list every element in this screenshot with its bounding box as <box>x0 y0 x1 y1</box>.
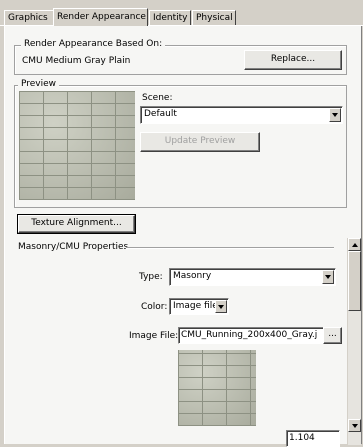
color-select-value: Image file <box>173 301 218 311</box>
scene-dropdown-button[interactable] <box>329 108 341 122</box>
render-appearance-legend: Render Appearance Based On: <box>21 39 166 49</box>
image-file-value: CMU_Running_200x400_Gray.j <box>181 330 318 340</box>
bottom-value-field[interactable]: 1.104 <box>286 430 340 447</box>
chevron-down-icon <box>325 275 331 279</box>
scroll-thumb[interactable] <box>348 251 361 311</box>
browse-button-label: ... <box>328 329 337 339</box>
image-file-label: Image File: <box>129 331 179 341</box>
chevron-down-icon <box>218 304 224 309</box>
tab-strip: Graphics Render Appearance Identity Phys… <box>0 8 363 26</box>
scene-select-value: Default <box>144 109 177 119</box>
color-dropdown-button[interactable] <box>215 300 227 313</box>
replace-button-label: Replace... <box>270 54 316 64</box>
texture-alignment-button[interactable]: Texture Alignment... <box>17 214 136 234</box>
texture-alignment-label: Texture Alignment... <box>31 218 122 228</box>
tab-render-appearance-label: Render Appearance <box>57 12 146 22</box>
color-select[interactable]: Image file <box>169 298 229 315</box>
type-label: Type: <box>139 272 163 282</box>
image-file-thumbnail <box>178 350 256 426</box>
tab-identity[interactable]: Identity <box>149 10 191 25</box>
type-dropdown-button[interactable] <box>322 270 334 284</box>
tab-graphics[interactable]: Graphics <box>4 10 54 25</box>
chevron-down-icon <box>332 113 338 117</box>
update-preview-button[interactable]: Update Preview <box>140 132 260 152</box>
properties-scrollbar[interactable] <box>347 238 361 445</box>
image-file-field[interactable]: CMU_Running_200x400_Gray.j <box>178 327 342 344</box>
arrow-down-icon <box>351 423 358 428</box>
replace-button[interactable]: Replace... <box>244 50 342 70</box>
preview-legend: Preview <box>18 79 60 89</box>
preview-image <box>19 91 135 200</box>
scroll-up-button[interactable] <box>348 238 361 251</box>
bottom-value: 1.104 <box>289 433 315 443</box>
color-label: Color: <box>141 302 168 312</box>
masonry-section-title: Masonry/CMU Properties <box>18 242 129 252</box>
tab-identity-label: Identity <box>153 13 188 23</box>
scene-label: Scene: <box>142 93 173 103</box>
tab-physical[interactable]: Physical <box>192 10 236 25</box>
scene-select[interactable]: Default <box>140 106 343 124</box>
tab-render-appearance[interactable]: Render Appearance <box>53 8 148 26</box>
material-name: CMU Medium Gray Plain <box>22 56 131 66</box>
browse-button[interactable]: ... <box>323 327 342 344</box>
arrow-up-icon <box>351 242 358 247</box>
type-select-value: Masonry <box>173 271 212 281</box>
section-divider <box>126 247 334 249</box>
update-preview-label: Update Preview <box>164 136 236 146</box>
scroll-down-button[interactable] <box>348 419 361 432</box>
type-select[interactable]: Masonry <box>169 268 336 286</box>
tab-physical-label: Physical <box>196 13 233 23</box>
tab-graphics-label: Graphics <box>8 13 48 23</box>
